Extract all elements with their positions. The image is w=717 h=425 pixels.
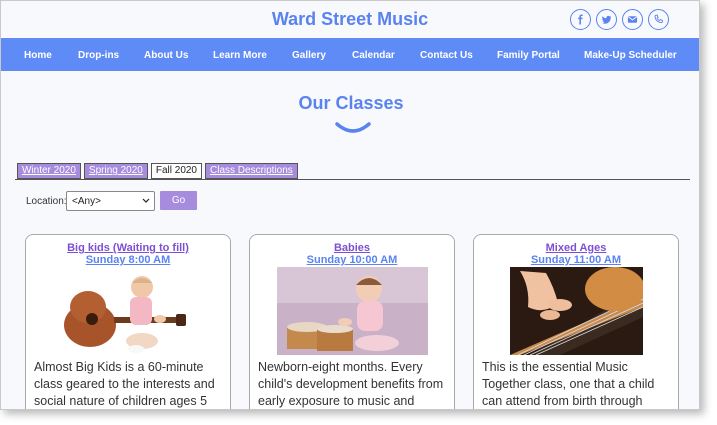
main-nav: Home Drop-ins About Us Learn More Galler… [1,38,699,71]
nav-item-gallery[interactable]: Gallery [292,50,326,61]
tab-divider [15,179,690,180]
class-title-link[interactable]: Mixed Ages [474,242,678,254]
social-links [570,9,669,30]
class-image-hand-on-guitar [510,267,643,355]
facebook-icon[interactable] [570,9,591,30]
class-card: Babies Sunday 10:00 AM Newborn-eight mon… [249,234,455,409]
location-label: Location: [26,196,67,207]
tab-class-descriptions[interactable]: Class Descriptions [205,163,298,179]
site-header: Ward Street Music [1,1,699,38]
class-description: Newborn-eight months. Every child's deve… [258,360,444,408]
class-image-baby-drums [277,267,428,355]
title-underline-arc [335,122,371,133]
twitter-icon[interactable] [596,9,617,30]
nav-item-about-us[interactable]: About Us [144,50,188,61]
go-button[interactable]: Go [160,191,197,210]
season-tabs: Winter 2020 Spring 2020 Fall 2020 Class … [17,163,298,179]
tab-spring-2020[interactable]: Spring 2020 [83,163,148,179]
tab-fall-2020[interactable]: Fall 2020 [150,163,202,179]
class-title-link[interactable]: Babies [250,242,454,254]
envelope-icon[interactable] [622,9,643,30]
class-image-baby-guitar [62,267,186,355]
tab-winter-2020[interactable]: Winter 2020 [17,163,81,179]
location-select[interactable]: <Any> [66,191,155,211]
class-description: Almost Big Kids is a 60-minute class gea… [34,360,215,408]
nav-item-home[interactable]: Home [24,50,52,61]
nav-item-calendar[interactable]: Calendar [352,50,395,61]
class-title-link[interactable]: Big kids (Waiting to fill) [26,242,230,254]
class-description: This is the essential Music Together cla… [482,360,655,408]
nav-item-learn-more[interactable]: Learn More [213,50,267,61]
class-card: Big kids (Waiting to fill) Sunday 8:00 A… [25,234,231,409]
nav-item-contact-us[interactable]: Contact Us [420,50,473,61]
page-title: Our Classes [298,93,404,113]
class-time-link[interactable]: Sunday 10:00 AM [250,254,454,266]
location-select-value: <Any> [72,195,101,207]
chevron-down-icon [142,198,150,203]
nav-item-family-portal[interactable]: Family Portal [497,50,560,61]
class-card: Mixed Ages Sunday 11:00 AM This is the e… [473,234,679,409]
nav-item-make-up-scheduler[interactable]: Make-Up Scheduler [584,50,677,61]
phone-icon[interactable] [648,9,669,30]
class-time-link[interactable]: Sunday 8:00 AM [26,254,230,266]
nav-item-drop-ins[interactable]: Drop-ins [78,50,119,61]
class-time-link[interactable]: Sunday 11:00 AM [474,254,678,266]
browser-page: Ward Street Music Home Drop-ins About Us… [0,0,700,410]
